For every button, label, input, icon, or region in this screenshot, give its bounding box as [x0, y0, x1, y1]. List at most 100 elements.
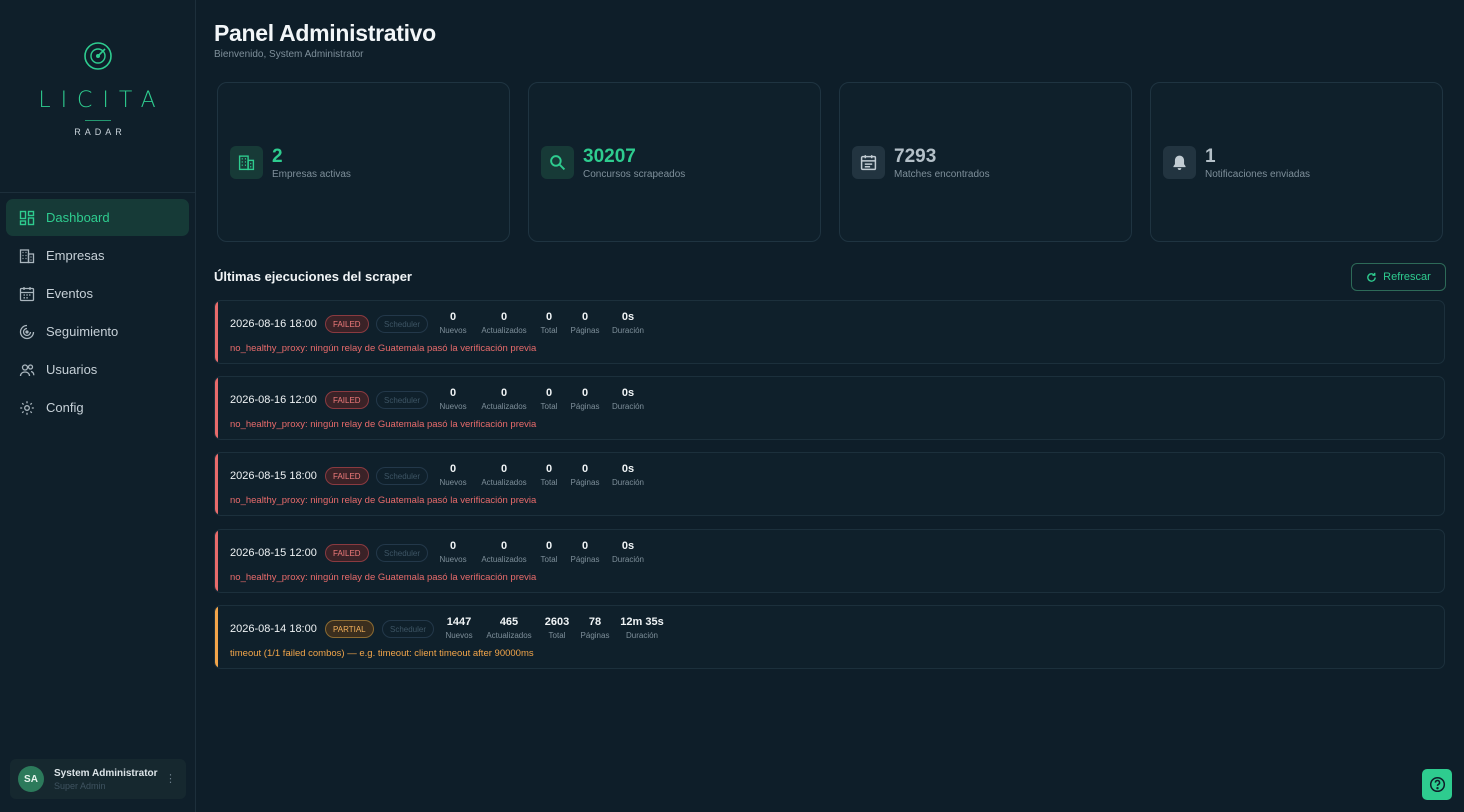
stat-pages: 0 Páginas — [570, 311, 600, 335]
sidebar-divider — [0, 192, 196, 193]
stat-card-matches: 7293 Matches encontrados — [839, 82, 1132, 242]
help-icon — [1429, 776, 1445, 793]
sidebar-item-label: Config — [46, 400, 84, 415]
stat-duration: 0s Duración — [611, 387, 644, 411]
avatar: SA — [18, 766, 44, 792]
help-button[interactable] — [1422, 769, 1452, 800]
trigger-badge: Scheduler — [382, 620, 435, 638]
status-indicator — [215, 606, 218, 668]
stat-value: 7293 — [894, 146, 937, 167]
status-badge: FAILED — [325, 391, 369, 409]
stat-duration: 0s Duración — [611, 540, 644, 564]
scraper-run-row[interactable]: 2026-08-14 18:00 PARTIAL Scheduler 1447 N… — [214, 605, 1445, 669]
user-role: Super Admin — [54, 780, 106, 791]
scraper-run-row[interactable]: 2026-08-16 18:00 FAILED Scheduler 0 Nuevo… — [214, 300, 1445, 364]
page-title: Panel Administrativo — [214, 20, 436, 46]
scraper-run-row[interactable]: 2026-08-16 12:00 FAILED Scheduler 0 Nuevo… — [214, 376, 1445, 440]
stat-pages: 0 Páginas — [570, 540, 600, 564]
stat-card-notificaciones: 1 Notificaciones enviadas — [1150, 82, 1443, 242]
gear-icon — [20, 400, 34, 415]
run-message: timeout (1/1 failed combos) — e.g. timeo… — [230, 648, 534, 659]
stat-duration: 0s Duración — [611, 463, 644, 487]
calendar-icon — [19, 286, 35, 301]
sidebar-item-label: Eventos — [46, 286, 93, 301]
stat-label: Concursos scrapeados — [583, 169, 686, 180]
brand-logo[interactable]: LICITA RADAR — [0, 40, 196, 137]
stat-pages: 0 Páginas — [570, 387, 600, 411]
stat-new: 0 Nuevos — [439, 540, 467, 564]
stat-updated: 0 Actualizados — [481, 463, 527, 487]
sidebar-item-label: Dashboard — [46, 210, 110, 225]
run-date: 2026-08-15 12:00 — [230, 547, 317, 559]
stat-value: 30207 — [583, 146, 636, 167]
bell-icon — [1163, 146, 1196, 179]
run-message: no_healthy_proxy: ningún relay de Guatem… — [230, 419, 537, 430]
sidebar-item-empresas[interactable]: Empresas — [6, 237, 189, 274]
sidebar-item-seguimiento[interactable]: Seguimiento — [6, 313, 189, 350]
status-indicator — [215, 377, 218, 439]
run-message: no_healthy_proxy: ningún relay de Guatem… — [230, 495, 537, 506]
stat-updated: 0 Actualizados — [481, 387, 527, 411]
stat-updated: 0 Actualizados — [481, 311, 527, 335]
radar-logo-icon — [82, 40, 114, 72]
stat-new: 1447 Nuevos — [445, 616, 473, 640]
sidebar-item-label: Seguimiento — [46, 324, 119, 339]
run-message: no_healthy_proxy: ningún relay de Guatem… — [230, 343, 537, 354]
stat-value: 1 — [1205, 146, 1216, 167]
stat-duration: 0s Duración — [611, 311, 644, 335]
refresh-label: Refrescar — [1383, 271, 1431, 283]
stat-label: Notificaciones enviadas — [1205, 169, 1311, 180]
stat-total: 0 Total — [540, 387, 558, 411]
refresh-button[interactable]: Refrescar — [1351, 263, 1446, 291]
stat-new: 0 Nuevos — [439, 463, 467, 487]
brand-name: LICITA — [38, 88, 166, 113]
status-badge: FAILED — [325, 315, 369, 333]
scraper-run-row[interactable]: 2026-08-15 18:00 FAILED Scheduler 0 Nuevo… — [214, 452, 1445, 516]
stat-card-concursos: 30207 Concursos scrapeados — [528, 82, 821, 242]
stat-card-empresas: 2 Empresas activas — [217, 82, 510, 242]
status-badge: PARTIAL — [325, 620, 374, 638]
run-message: no_healthy_proxy: ningún relay de Guatem… — [230, 572, 537, 583]
status-indicator — [215, 301, 218, 363]
stat-updated: 465 Actualizados — [486, 616, 532, 640]
stat-label: Matches encontrados — [894, 169, 990, 180]
run-date: 2026-08-14 18:00 — [230, 623, 317, 635]
radar-icon — [19, 324, 35, 339]
sidebar-item-usuarios[interactable]: Usuarios — [6, 351, 189, 388]
sidebar: LICITA RADAR Dashboard Empresas Eventos … — [0, 0, 196, 812]
refresh-icon — [1367, 272, 1377, 282]
building-icon — [230, 146, 263, 179]
users-icon — [19, 363, 35, 376]
dashboard-icon — [19, 210, 35, 225]
sidebar-item-eventos[interactable]: Eventos — [6, 275, 189, 312]
brand-divider — [85, 120, 111, 121]
user-profile[interactable]: SA System Administrator Super Admin ⋮ — [10, 759, 186, 799]
stat-updated: 0 Actualizados — [481, 540, 527, 564]
stat-value: 2 — [272, 146, 283, 167]
more-vertical-icon[interactable]: ⋮ — [165, 772, 176, 785]
run-date: 2026-08-15 18:00 — [230, 470, 317, 482]
stat-duration: 12m 35s Duración — [620, 616, 664, 640]
stat-new: 0 Nuevos — [439, 311, 467, 335]
run-date: 2026-08-16 12:00 — [230, 394, 317, 406]
trigger-badge: Scheduler — [376, 467, 429, 485]
stat-new: 0 Nuevos — [439, 387, 467, 411]
sidebar-item-config[interactable]: Config — [6, 389, 189, 426]
stat-total: 0 Total — [540, 311, 558, 335]
status-badge: FAILED — [325, 544, 369, 562]
sidebar-nav: Dashboard Empresas Eventos Seguimiento U… — [6, 199, 189, 427]
stat-total: 2603 Total — [544, 616, 570, 640]
status-indicator — [215, 453, 218, 515]
search-icon — [541, 146, 574, 179]
scraper-run-row[interactable]: 2026-08-15 12:00 FAILED Scheduler 0 Nuevo… — [214, 529, 1445, 593]
stat-pages: 0 Páginas — [570, 463, 600, 487]
sidebar-item-dashboard[interactable]: Dashboard — [6, 199, 189, 236]
status-indicator — [215, 530, 218, 592]
page-subtitle: Bienvenido, System Administrator — [214, 49, 364, 60]
section-title: Últimas ejecuciones del scraper — [214, 269, 412, 284]
user-name: System Administrator — [54, 767, 158, 779]
status-badge: FAILED — [325, 467, 369, 485]
trigger-badge: Scheduler — [376, 315, 429, 333]
stat-total: 0 Total — [540, 540, 558, 564]
calendar-icon — [852, 146, 885, 179]
